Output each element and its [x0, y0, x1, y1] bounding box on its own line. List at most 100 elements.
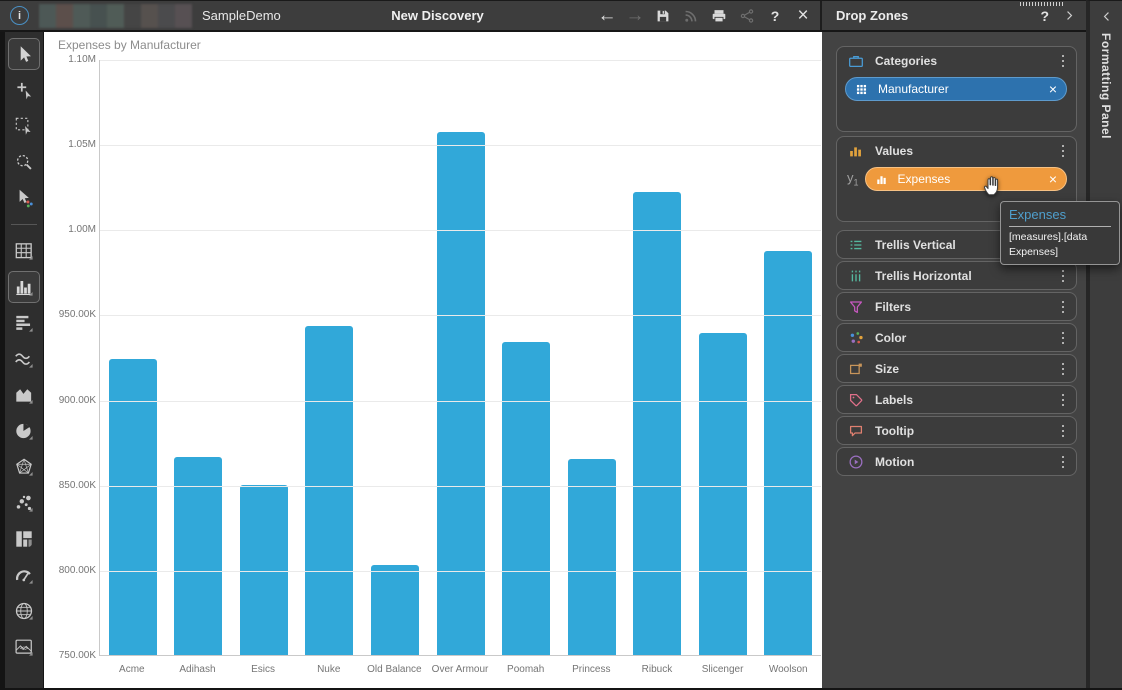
custom-viz-button[interactable]: <> [8, 631, 40, 663]
zoom-select-tool-button[interactable] [8, 146, 40, 178]
drop-zones-title: Drop Zones [836, 8, 1040, 23]
bar[interactable] [764, 251, 812, 655]
pie-chart-viz-button[interactable] [8, 415, 40, 447]
drop-zone-size-header: Size [837, 355, 1076, 383]
data-select-tool-button[interactable] [8, 182, 40, 214]
labels-menu-button[interactable] [1055, 390, 1071, 410]
x-axis-label: Acme [99, 664, 165, 675]
publish-button[interactable] [681, 6, 701, 26]
data-grid-viz-button[interactable] [8, 235, 40, 267]
share-button[interactable] [737, 6, 757, 26]
bar-horizontal-viz-button[interactable] [8, 307, 40, 339]
hand-cursor-icon [980, 172, 1006, 198]
map-viz-button[interactable] [8, 595, 40, 627]
formatting-panel-strip[interactable]: Formatting Panel [1086, 0, 1122, 688]
scatter-plot-viz-button[interactable] [8, 487, 40, 519]
y-tick-label: 900.00K [47, 395, 96, 406]
y-tick-label: 800.00K [47, 565, 96, 576]
play-circle-icon [847, 453, 865, 471]
field-tooltip-divider [1009, 226, 1111, 227]
tooltip-menu-button[interactable] [1055, 421, 1071, 441]
axis-label-y1: y1 [847, 170, 859, 188]
treemap-viz-button[interactable] [8, 523, 40, 555]
redacted-block [175, 4, 192, 28]
close-button[interactable]: × [793, 6, 813, 26]
back-button[interactable]: ← [597, 6, 617, 26]
bar[interactable] [633, 192, 681, 655]
drop-zone-label: Size [875, 362, 1055, 376]
print-button[interactable] [709, 6, 729, 26]
categories-menu-button[interactable] [1055, 51, 1071, 71]
topbar-main: i SampleDemo New Discovery ←→?× [0, 1, 822, 30]
redacted-block [107, 4, 124, 28]
x-axis-label: Old Balance [362, 664, 428, 675]
bar-slot [297, 60, 363, 655]
bar-chart-viz-button[interactable] [8, 271, 40, 303]
color-menu-button[interactable] [1055, 328, 1071, 348]
plot-area [99, 60, 821, 656]
size-icon [847, 360, 865, 378]
marquee-select-tool-button[interactable] [8, 110, 40, 142]
bar[interactable] [305, 326, 353, 655]
y-gridline [100, 60, 821, 61]
panel-grip[interactable] [1020, 2, 1064, 6]
mini-bars-icon [875, 172, 889, 186]
bar[interactable] [699, 333, 747, 655]
remove-field-button[interactable]: × [1049, 82, 1057, 96]
drop-zone-label: Tooltip [875, 424, 1055, 438]
bar[interactable] [437, 132, 485, 655]
redacted-block [39, 4, 56, 28]
bar-slot [428, 60, 494, 655]
rss-icon [682, 7, 700, 25]
drop-zones-panel: CategoriesManufacturer×Valuesy1Expenses×… [822, 32, 1086, 688]
briefcase-icon [847, 52, 865, 70]
point-select-tool-button[interactable] [8, 74, 40, 106]
bar[interactable] [568, 459, 616, 655]
help-button[interactable]: ? [765, 6, 785, 26]
forward-button[interactable]: → [625, 6, 645, 26]
remove-field-button[interactable]: × [1049, 172, 1057, 186]
area-chart-viz-button[interactable] [8, 379, 40, 411]
trellis-horizontal-menu-button[interactable] [1055, 266, 1071, 286]
bar[interactable] [371, 565, 419, 655]
save-button[interactable] [653, 6, 673, 26]
trellis-horizontal-icon [847, 267, 865, 285]
chevron-left-icon[interactable] [1100, 10, 1113, 23]
info-icon[interactable]: i [10, 6, 29, 25]
size-menu-button[interactable] [1055, 359, 1071, 379]
drop-zones-help-button[interactable]: ? [1040, 8, 1049, 24]
gauge-viz-button[interactable] [8, 559, 40, 591]
bar[interactable] [109, 359, 157, 655]
bar-slot [166, 60, 232, 655]
chevron-right-icon[interactable] [1063, 9, 1076, 22]
line-chart-viz-icon [13, 348, 35, 370]
x-axis: AcmeAdihashEsicsNukeOld BalanceOver Armo… [99, 664, 821, 675]
drop-zone-tooltip-header: Tooltip [837, 417, 1076, 445]
chip-row: y1 Expenses× [837, 165, 1076, 191]
redacted-logo [39, 4, 192, 28]
drop-zone-motion: Motion [836, 447, 1077, 476]
share-icon [738, 7, 756, 25]
drop-zone-trellis-horizontal-header: Trellis Horizontal [837, 262, 1076, 290]
drop-zone-labels: Labels [836, 385, 1077, 414]
redacted-block [90, 4, 107, 28]
printer-icon [710, 7, 728, 25]
drop-zone-values-header: Values [837, 137, 1076, 165]
bar[interactable] [502, 342, 550, 655]
visualization-toolbar: <> [0, 32, 44, 688]
field-chip-manufacturer[interactable]: Manufacturer× [845, 77, 1067, 101]
chart-canvas: Expenses by Manufacturer 1.10M1.05M1.00M… [44, 32, 822, 688]
bar-slot [755, 60, 821, 655]
motion-menu-button[interactable] [1055, 452, 1071, 472]
radar-chart-viz-button[interactable] [8, 451, 40, 483]
field-chip-expenses[interactable]: Expenses× [865, 167, 1067, 191]
pointer-tool-button[interactable] [8, 38, 40, 70]
bar-slot [100, 60, 166, 655]
values-menu-button[interactable] [1055, 141, 1071, 161]
y-tick-label: 1.10M [47, 54, 96, 65]
bar-chart-viz-icon [13, 276, 35, 298]
marquee-select-tool-icon [13, 115, 35, 137]
line-chart-viz-button[interactable] [8, 343, 40, 375]
data-grid-viz-icon [13, 240, 35, 262]
filters-menu-button[interactable] [1055, 297, 1071, 317]
